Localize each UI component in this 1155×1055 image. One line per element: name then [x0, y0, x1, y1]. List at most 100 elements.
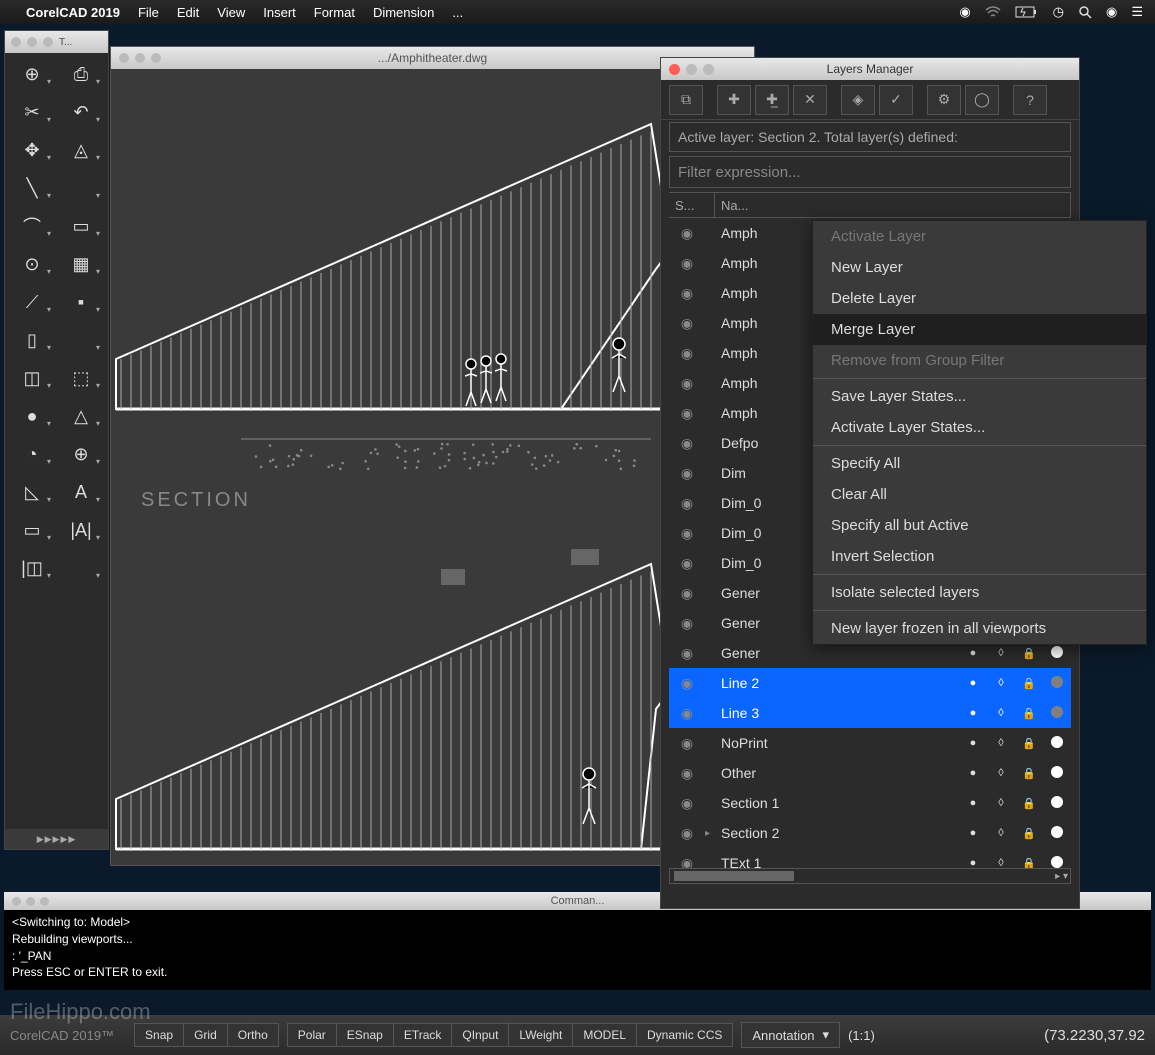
context-menu-item[interactable]: New Layer [813, 252, 1146, 283]
menu-list-icon[interactable]: ☰ [1131, 4, 1143, 20]
tool-button-9-0[interactable]: ●▾ [11, 402, 53, 430]
show-icon[interactable]: ● [959, 767, 987, 779]
tool-button-12-1[interactable]: |A|▾ [60, 516, 102, 544]
lock-icon[interactable]: 🔒 [1015, 797, 1043, 810]
color-swatch[interactable] [1043, 796, 1071, 811]
visibility-icon[interactable]: ◉ [669, 285, 705, 302]
tool-button-11-0[interactable]: ◺▾ [11, 478, 53, 506]
visibility-icon[interactable]: ◉ [669, 435, 705, 452]
col-status[interactable]: S... [669, 193, 715, 217]
freeze-icon[interactable]: ◊ [987, 797, 1015, 809]
grid-button[interactable]: Grid [184, 1024, 228, 1046]
tool-button-7-0[interactable]: ▯▾ [11, 326, 53, 354]
new-layer-freeze-icon[interactable]: ✚̲ [755, 85, 789, 115]
lock-icon[interactable]: 🔒 [1015, 857, 1043, 869]
tool-button-6-1[interactable]: ▪▾ [60, 288, 102, 316]
tool-button-0-0[interactable]: ⊕▾ [11, 60, 53, 88]
layer-context-menu[interactable]: Activate LayerNew LayerDelete LayerMerge… [812, 220, 1147, 645]
visibility-icon[interactable]: ◉ [669, 765, 705, 782]
layers-titlebar[interactable]: Layers Manager [661, 58, 1079, 80]
layer-row[interactable]: ◉NoPrint●◊🔒 [669, 728, 1071, 758]
siri-icon[interactable]: ◉ [1106, 4, 1117, 20]
tool-button-11-1[interactable]: A▾ [60, 478, 102, 506]
show-icon[interactable]: ● [959, 737, 987, 749]
tool-button-8-1[interactable]: ⬚▾ [60, 364, 102, 392]
visibility-icon[interactable]: ◉ [669, 525, 705, 542]
layer-filter-input[interactable]: Filter expression... [669, 156, 1071, 188]
menu-overflow[interactable]: ... [452, 5, 463, 20]
tool-button-7-1[interactable]: ▾ [60, 326, 102, 354]
layer-row[interactable]: ◉Line 2●◊🔒 [669, 668, 1071, 698]
drawing-titlebar[interactable]: .../Amphitheater.dwg [111, 47, 754, 69]
drawing-canvas[interactable]: SECTION [111, 69, 754, 865]
layer-row[interactable]: ◉Section 1●◊🔒 [669, 788, 1071, 818]
freeze-icon[interactable]: ◊ [987, 827, 1015, 839]
menu-insert[interactable]: Insert [263, 5, 296, 20]
color-swatch[interactable] [1043, 736, 1071, 751]
ortho-button[interactable]: Ortho [228, 1024, 278, 1046]
visibility-icon[interactable]: ◉ [669, 375, 705, 392]
visibility-icon[interactable]: ◉ [669, 255, 705, 272]
menu-edit[interactable]: Edit [177, 5, 199, 20]
visibility-icon[interactable]: ◉ [669, 795, 705, 812]
tool-button-4-1[interactable]: ▭▾ [60, 212, 102, 240]
lock-icon[interactable]: 🔒 [1015, 647, 1043, 660]
annotation-dropdown[interactable]: Annotation▾ [741, 1022, 840, 1048]
freeze-icon[interactable]: ◊ [987, 767, 1015, 779]
visibility-icon[interactable]: ◉ [669, 225, 705, 242]
layer-settings-icon[interactable]: ⚙ [927, 85, 961, 115]
tool-button-8-0[interactable]: ◫▾ [11, 364, 53, 392]
visibility-icon[interactable]: ◉ [669, 315, 705, 332]
tool-button-3-0[interactable]: ╲▾ [11, 174, 53, 202]
layer-row[interactable]: ◉Other●◊🔒 [669, 758, 1071, 788]
new-layer-icon[interactable]: ✚ [717, 85, 751, 115]
tool-button-5-0[interactable]: ⊙▾ [11, 250, 53, 278]
visibility-icon[interactable]: ◉ [669, 735, 705, 752]
color-swatch[interactable] [1043, 706, 1071, 721]
layer-row[interactable]: ◉Line 3●◊🔒 [669, 698, 1071, 728]
close-icon[interactable] [669, 64, 680, 75]
esnap-button[interactable]: ESnap [337, 1024, 394, 1046]
battery-icon[interactable] [1015, 6, 1039, 18]
dynamic-ccs-button[interactable]: Dynamic CCS [637, 1024, 732, 1046]
color-swatch[interactable] [1043, 766, 1071, 781]
tool-button-6-0[interactable]: ⟋▾ [11, 288, 53, 316]
context-menu-item[interactable]: Clear All [813, 479, 1146, 510]
show-icon[interactable]: ● [959, 677, 987, 689]
tool-button-13-0[interactable]: |◫▾ [11, 554, 53, 582]
tool-button-10-1[interactable]: ⊕▾ [60, 440, 102, 468]
layer-row[interactable]: ◉TExt 1●◊🔒 [669, 848, 1071, 868]
clock-icon[interactable]: ◷ [1053, 4, 1064, 20]
polar-button[interactable]: Polar [288, 1024, 337, 1046]
tool-button-9-1[interactable]: △▾ [60, 402, 102, 430]
freeze-icon[interactable]: ◊ [987, 857, 1015, 868]
visibility-icon[interactable]: ◉ [669, 615, 705, 632]
context-menu-item[interactable]: New layer frozen in all viewports [813, 613, 1146, 644]
color-swatch[interactable] [1043, 856, 1071, 869]
scale-label[interactable]: (1:1) [848, 1028, 875, 1043]
wifi-icon[interactable] [985, 6, 1001, 18]
tool-button-3-1[interactable]: ▾ [60, 174, 102, 202]
tool-expand-handle[interactable]: ▶▶▶▶▶ [5, 829, 108, 849]
tool-button-13-1[interactable]: ▾ [60, 554, 102, 582]
qinput-button[interactable]: QInput [452, 1024, 509, 1046]
context-menu-item[interactable]: Delete Layer [813, 283, 1146, 314]
color-swatch[interactable] [1043, 676, 1071, 691]
menu-dimension[interactable]: Dimension [373, 5, 434, 20]
lock-icon[interactable]: 🔒 [1015, 827, 1043, 840]
tool-button-1-1[interactable]: ↶▾ [60, 98, 102, 126]
visibility-icon[interactable]: ◉ [669, 345, 705, 362]
visibility-icon[interactable]: ◉ [669, 585, 705, 602]
visibility-icon[interactable]: ◉ [669, 825, 705, 842]
lweight-button[interactable]: LWeight [509, 1024, 573, 1046]
menu-file[interactable]: File [138, 5, 159, 20]
layer-help-icon[interactable]: ? [1013, 85, 1047, 115]
layer-h-scrollbar[interactable]: ▸ ▾ [669, 868, 1071, 884]
layer-activate-icon[interactable]: ✓ [879, 85, 913, 115]
context-menu-item[interactable]: Save Layer States... [813, 381, 1146, 412]
etrack-button[interactable]: ETrack [394, 1024, 453, 1046]
context-menu-item[interactable]: Activate Layer States... [813, 412, 1146, 443]
tool-button-5-1[interactable]: ▦▾ [60, 250, 102, 278]
freeze-icon[interactable]: ◊ [987, 677, 1015, 689]
show-icon[interactable]: ● [959, 857, 987, 868]
